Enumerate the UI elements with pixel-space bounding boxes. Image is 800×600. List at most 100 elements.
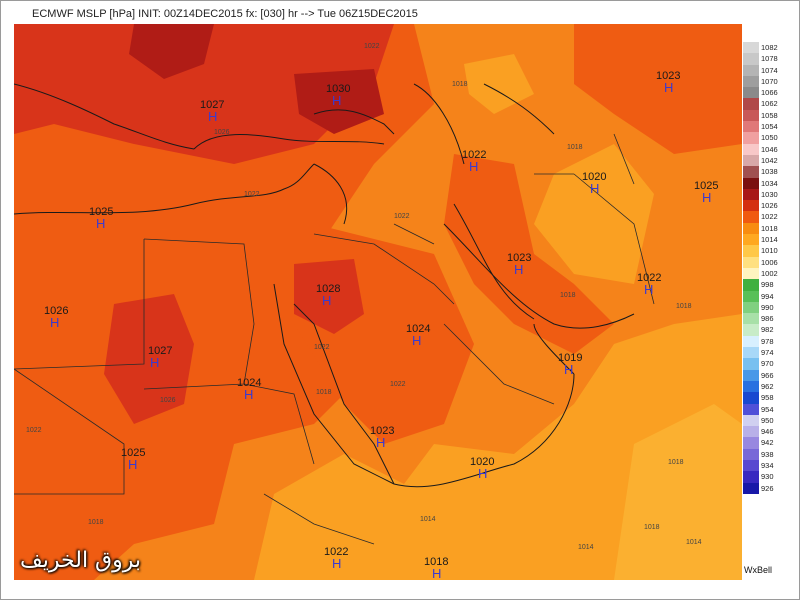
svg-text:H: H	[564, 362, 573, 377]
legend-swatch	[743, 403, 759, 415]
legend-swatch	[743, 245, 759, 257]
legend-label: 970	[761, 359, 774, 369]
legend-label: 1046	[761, 144, 778, 154]
legend-row: 1034	[743, 177, 788, 189]
svg-text:H: H	[128, 457, 137, 472]
legend-swatch	[743, 459, 759, 472]
legend-swatch	[743, 290, 759, 302]
svg-text:H: H	[702, 190, 711, 205]
legend-label: 1066	[761, 88, 778, 98]
svg-text:H: H	[50, 315, 59, 330]
legend-swatch	[743, 87, 759, 99]
legend-row: 970	[743, 358, 788, 370]
legend-swatch	[743, 222, 759, 235]
svg-text:1014: 1014	[686, 539, 702, 546]
legend-row: 998	[743, 279, 788, 291]
legend-label: 1006	[761, 257, 778, 267]
legend-swatch	[743, 380, 759, 393]
legend-row: 1042	[743, 154, 788, 167]
legend-label: 1038	[761, 167, 778, 177]
legend-label: 1074	[761, 65, 778, 75]
pressure-legend: 1082 1078 1074 1070 1066 1062 1058 1054 1050 1046…	[743, 42, 788, 494]
legend-label: 1082	[761, 43, 778, 52]
legend-swatch	[743, 313, 759, 325]
legend-row: 930	[743, 471, 788, 483]
legend-label: 962	[761, 381, 774, 391]
legend-swatch	[743, 177, 759, 189]
svg-text:1014: 1014	[420, 516, 436, 523]
legend-swatch	[743, 188, 759, 201]
svg-text:H: H	[376, 435, 385, 450]
svg-text:1022: 1022	[244, 191, 260, 198]
svg-text:H: H	[432, 566, 441, 580]
legend-row: 926	[743, 482, 788, 494]
svg-text:1022: 1022	[314, 344, 330, 351]
svg-text:1022: 1022	[390, 381, 406, 388]
legend-swatch	[743, 98, 759, 110]
legend-swatch	[743, 75, 759, 88]
legend-row: 990	[743, 301, 788, 314]
legend-swatch	[743, 42, 759, 54]
legend-label: 926	[761, 483, 774, 493]
svg-text:1022: 1022	[26, 427, 42, 434]
svg-text:1018: 1018	[567, 144, 583, 151]
legend-label: 982	[761, 325, 774, 335]
legend-row: 1050	[743, 132, 788, 144]
legend-label: 1034	[761, 178, 778, 188]
legend-row: 994	[743, 290, 788, 302]
legend-label: 1002	[761, 268, 778, 278]
svg-text:1018: 1018	[668, 459, 684, 466]
legend-swatch	[743, 448, 759, 460]
legend-label: 990	[761, 302, 774, 312]
legend-label: 1058	[761, 110, 778, 120]
svg-text:1026: 1026	[160, 397, 176, 404]
legend-swatch	[743, 267, 759, 280]
svg-text:1018: 1018	[644, 524, 660, 531]
legend-row: 942	[743, 437, 788, 449]
legend-swatch	[743, 109, 759, 122]
legend-swatch	[743, 358, 759, 370]
svg-text:1018: 1018	[676, 303, 692, 310]
svg-text:1022: 1022	[364, 43, 380, 50]
legend-label: 1014	[761, 235, 778, 245]
svg-text:H: H	[644, 282, 653, 297]
svg-text:1022: 1022	[394, 213, 410, 220]
legend-row: 938	[743, 448, 788, 460]
svg-text:1018: 1018	[88, 519, 104, 526]
legend-swatch	[743, 53, 759, 65]
svg-text:H: H	[96, 216, 105, 231]
svg-text:H: H	[244, 387, 253, 402]
legend-row: 966	[743, 369, 788, 381]
svg-text:H: H	[322, 293, 331, 308]
legend-row: 1018	[743, 222, 788, 235]
legend-row: 974	[743, 347, 788, 359]
legend-row: 934	[743, 459, 788, 472]
svg-text:H: H	[150, 355, 159, 370]
legend-label: 954	[761, 404, 774, 414]
svg-text:H: H	[478, 466, 487, 481]
legend-row: 1038	[743, 166, 788, 178]
legend-label: 1018	[761, 223, 778, 233]
legend-row: 1002	[743, 267, 788, 280]
svg-text:H: H	[208, 109, 217, 124]
legend-swatch	[743, 256, 759, 268]
legend-row: 982	[743, 324, 788, 336]
legend-row: 1058	[743, 109, 788, 122]
legend-swatch	[743, 426, 759, 438]
legend-label: 974	[761, 348, 774, 358]
legend-swatch	[743, 154, 759, 167]
legend-swatch	[743, 279, 759, 291]
wxbell-logo: WxBell	[744, 565, 773, 575]
svg-text:1014: 1014	[578, 544, 594, 551]
legend-swatch	[743, 301, 759, 314]
legend-swatch	[743, 324, 759, 336]
legend-row: 1030	[743, 188, 788, 201]
legend-row: 1062	[743, 98, 788, 110]
legend-label: 994	[761, 291, 774, 301]
svg-text:H: H	[469, 159, 478, 174]
legend-row: 986	[743, 313, 788, 325]
legend-label: 978	[761, 336, 774, 346]
legend-row: 962	[743, 380, 788, 393]
legend-label: 1078	[761, 54, 778, 64]
legend-label: 942	[761, 438, 774, 448]
